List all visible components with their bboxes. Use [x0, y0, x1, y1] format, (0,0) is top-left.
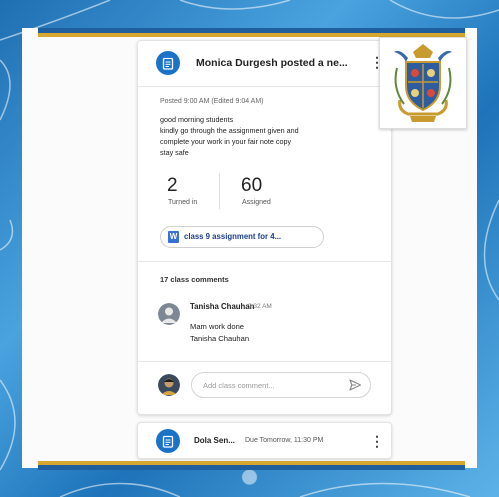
assigned-label: Assigned [242, 199, 271, 206]
header-divider [138, 86, 391, 87]
my-avatar [158, 374, 180, 396]
commenter-avatar [158, 303, 180, 325]
more-vert-icon[interactable]: ⋮ [370, 434, 384, 448]
post-message: good morning students kindly go through … [160, 114, 299, 158]
attachment-chip[interactable]: W class 9 assignment for 4... [160, 226, 324, 248]
assignment-icon [156, 429, 180, 453]
assigned-count[interactable]: 60 [241, 175, 262, 197]
comment-text: Mam work done Tanisha Chauhan [190, 321, 249, 345]
attachment-name: class 9 assignment for 4... [184, 232, 282, 241]
send-icon[interactable] [348, 378, 362, 392]
class-comment-field[interactable] [191, 372, 371, 398]
comment-line: Tanisha Chauhan [190, 334, 250, 343]
posted-timestamp: Posted 9:00 AM (Edited 9:04 AM) [160, 98, 264, 105]
turned-in-label: Turned in [168, 199, 198, 206]
assignment-post-card: Monica Durgesh posted a ne... ⋮ Posted 9… [137, 40, 392, 415]
message-line: stay safe [160, 148, 189, 157]
bottom-blue-band [38, 465, 465, 470]
comments-divider [138, 261, 391, 262]
post-author-line: Monica Durgesh posted a ne... [196, 57, 348, 69]
comment-line: Mam work done [190, 322, 245, 331]
comment-input[interactable] [201, 378, 345, 393]
comment-time: 9:32 AM [248, 303, 272, 310]
turned-in-count[interactable]: 2 [167, 175, 178, 197]
commenter-name: Tanisha Chauhan [190, 302, 255, 311]
post-header[interactable]: Monica Durgesh posted a ne... ⋮ [138, 41, 391, 83]
next-post-title: Dola Sen... [194, 436, 235, 445]
stat-divider [219, 173, 220, 209]
school-crest-logo [379, 37, 467, 129]
assignment-icon [156, 51, 180, 75]
input-divider [138, 361, 391, 362]
message-line: good morning students [160, 115, 234, 124]
next-post-due: Due Tomorrow, 11:30 PM [245, 437, 324, 444]
message-line: complete your work in your fair note cop… [160, 137, 292, 146]
word-doc-icon: W [168, 231, 179, 243]
class-comments-heading[interactable]: 17 class comments [160, 275, 229, 284]
next-post-card[interactable]: Dola Sen... Due Tomorrow, 11:30 PM ⋮ [137, 422, 392, 459]
crest-emblem [394, 44, 452, 122]
message-line: kindly go through the assignment given a… [160, 126, 299, 135]
